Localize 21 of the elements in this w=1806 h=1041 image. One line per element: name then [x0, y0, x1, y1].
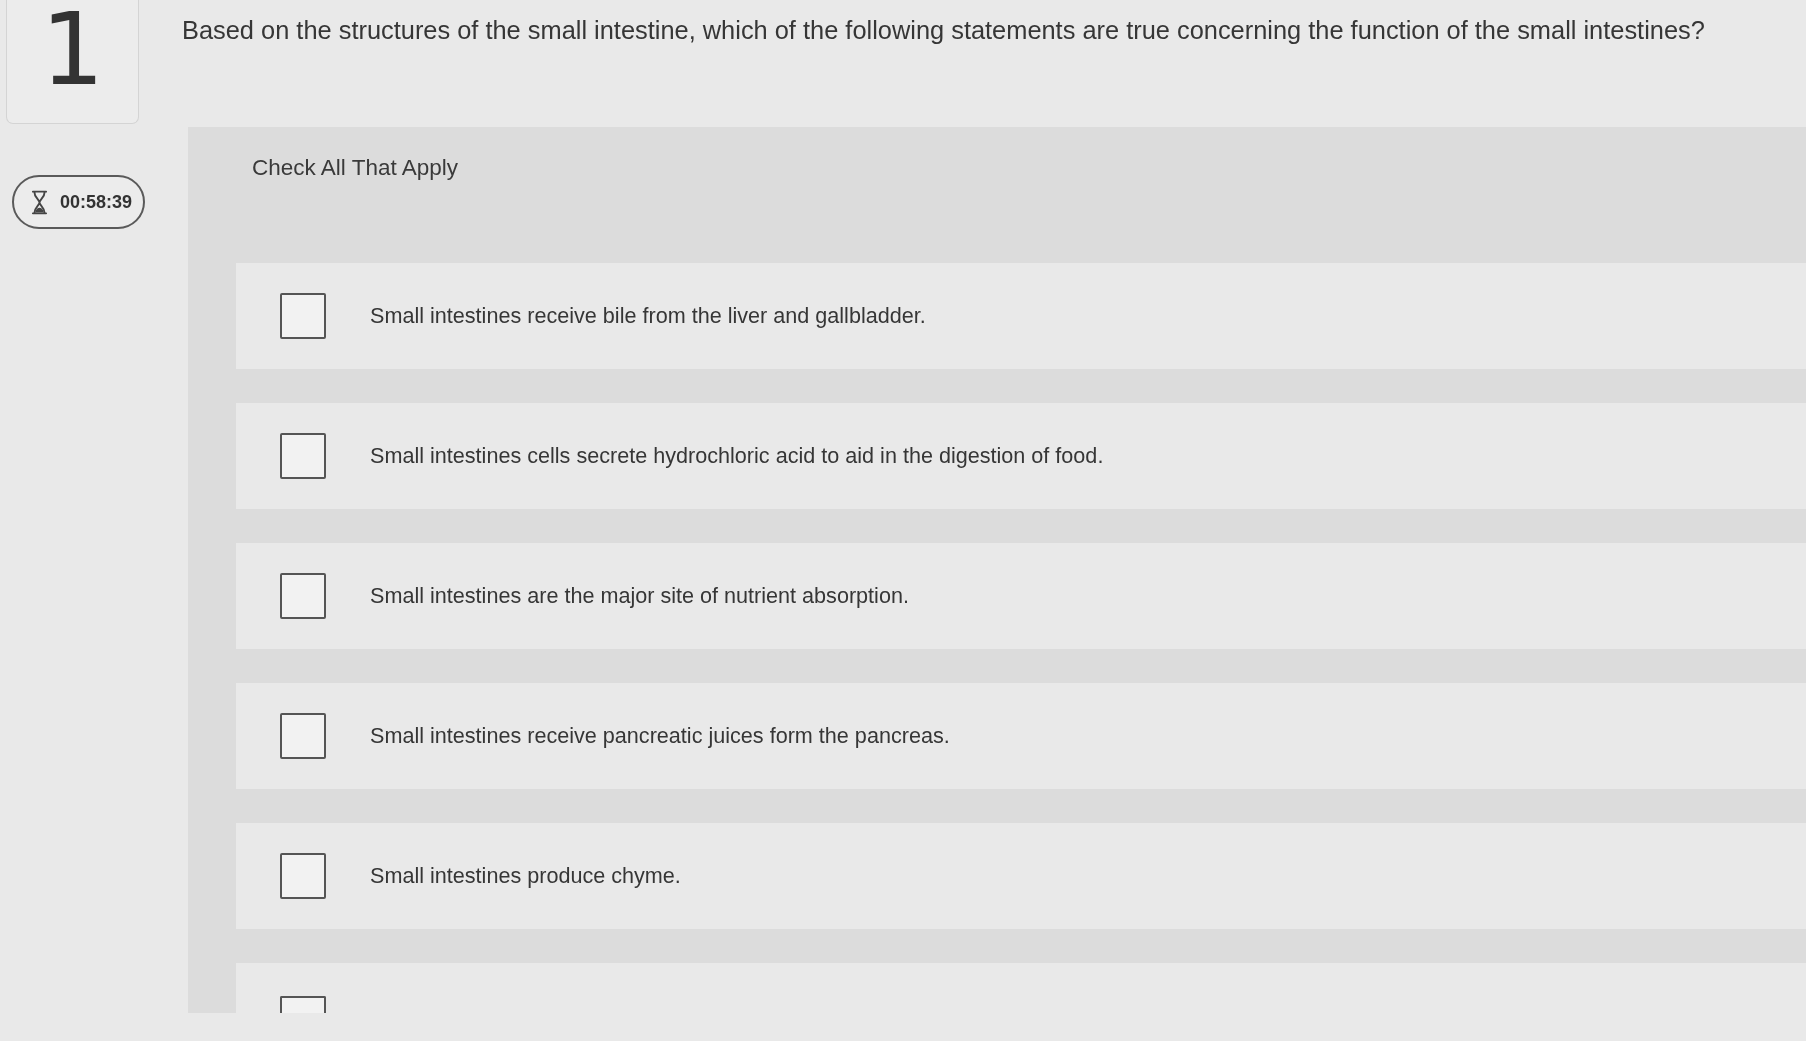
- question-text: Based on the structures of the small intestine, which of the following statements are true concerning the function of the small intestines?: [182, 16, 1705, 44]
- checkbox[interactable]: [280, 433, 326, 479]
- option-label: Small intestines are the major site of nutrient absorption.: [370, 583, 909, 609]
- hourglass-icon: [31, 189, 48, 215]
- timer-text: 00:58:39: [60, 191, 133, 213]
- checkbox[interactable]: [280, 573, 326, 619]
- option-label: Small intestines cells secrete hydrochloric acid to aid in the digestion of food.: [370, 443, 1104, 469]
- checkbox[interactable]: [280, 996, 326, 1013]
- checkbox[interactable]: [280, 293, 326, 339]
- checkbox[interactable]: [280, 713, 326, 759]
- option-label: Small intestines receive pancreatic juices form the pancreas.: [370, 723, 950, 749]
- instruction-text: Check All That Apply: [252, 155, 458, 180]
- option-row[interactable]: Small intestines are the major site of nutrient absorption.: [236, 543, 1806, 649]
- option-label: Small intestines produce chyme.: [370, 863, 681, 889]
- option-row[interactable]: Small intestines receive pancreatic juices form the pancreas.: [236, 683, 1806, 789]
- checkbox[interactable]: [280, 853, 326, 899]
- option-row[interactable]: Small intestines produce chyme.: [236, 823, 1806, 929]
- option-row[interactable]: Small intestines receive bile from the liver and gallbladder.: [236, 263, 1806, 369]
- option-label: Small intestines receive bile from the liver and gallbladder.: [370, 303, 926, 329]
- option-row[interactable]: Small intestines cells secrete hydrochloric acid to aid in the digestion of food.: [236, 403, 1806, 509]
- question-number: 1: [40, 0, 105, 100]
